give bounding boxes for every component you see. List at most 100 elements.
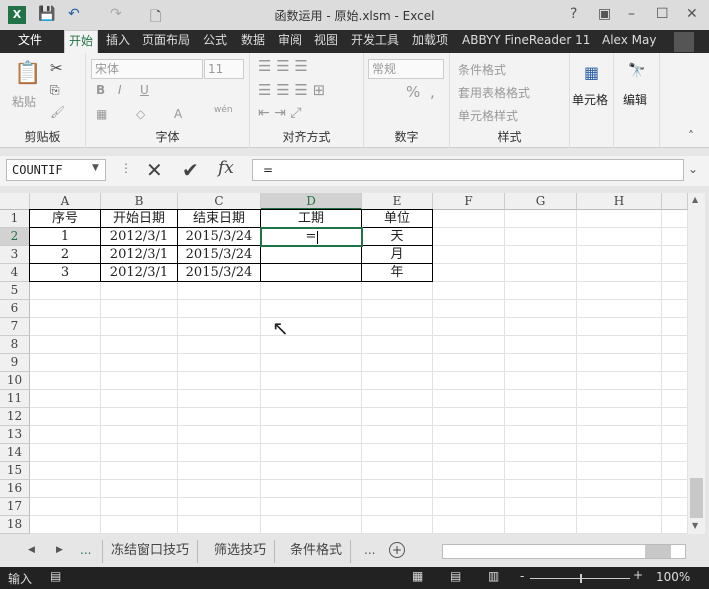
- scroll-thumb[interactable]: [690, 478, 703, 518]
- cell[interactable]: [101, 318, 178, 336]
- cell[interactable]: [577, 462, 662, 480]
- tab-file[interactable]: 文件: [0, 30, 60, 53]
- cell[interactable]: [433, 480, 505, 498]
- cell[interactable]: [577, 408, 662, 426]
- paste-icon[interactable]: 📋: [14, 61, 41, 86]
- table-header-cell[interactable]: 序号: [29, 209, 101, 228]
- row-header[interactable]: 4: [0, 264, 30, 282]
- column-header-d[interactable]: D: [261, 193, 362, 210]
- cancel-icon[interactable]: ✕: [146, 158, 163, 182]
- more-sheets-left[interactable]: ...: [80, 543, 91, 557]
- column-header-extra[interactable]: [662, 193, 688, 210]
- cell[interactable]: [362, 480, 433, 498]
- cell[interactable]: [433, 300, 505, 318]
- percent-button[interactable]: %: [406, 83, 420, 101]
- cell[interactable]: [505, 390, 577, 408]
- cell[interactable]: [30, 516, 101, 534]
- cell[interactable]: [505, 426, 577, 444]
- row-header[interactable]: 7: [0, 318, 30, 336]
- cell[interactable]: [577, 336, 662, 354]
- insert-function-button[interactable]: fx: [218, 158, 234, 178]
- avatar[interactable]: [674, 32, 694, 52]
- column-header-g[interactable]: G: [505, 193, 577, 210]
- cell[interactable]: [178, 408, 261, 426]
- cell[interactable]: [662, 246, 688, 264]
- tab-abbyy[interactable]: ABBYY FineReader 11: [458, 30, 594, 53]
- table-cell[interactable]: 2012/3/1: [100, 245, 178, 264]
- table-cell[interactable]: [260, 263, 362, 282]
- new-sheet-button[interactable]: +: [389, 542, 405, 558]
- cell[interactable]: [261, 390, 362, 408]
- cell[interactable]: [30, 282, 101, 300]
- table-cell[interactable]: 天: [361, 227, 433, 246]
- cell[interactable]: [433, 210, 505, 228]
- cell[interactable]: [261, 354, 362, 372]
- expand-formula-icon[interactable]: ⌄: [688, 162, 698, 176]
- cell[interactable]: [577, 444, 662, 462]
- row-header[interactable]: 3: [0, 246, 30, 264]
- cell[interactable]: [261, 516, 362, 534]
- table-cell[interactable]: [260, 245, 362, 264]
- cell[interactable]: [433, 498, 505, 516]
- cell[interactable]: [505, 462, 577, 480]
- cell[interactable]: [101, 336, 178, 354]
- cell[interactable]: [178, 354, 261, 372]
- tab-page-layout[interactable]: 页面布局: [138, 30, 194, 53]
- tab-insert[interactable]: 插入: [102, 30, 134, 53]
- cell[interactable]: [30, 408, 101, 426]
- close-button[interactable]: ✕: [686, 6, 698, 22]
- cell-styles-button[interactable]: 单元格样式: [458, 107, 518, 124]
- cell[interactable]: [362, 354, 433, 372]
- zoom-slider-thumb[interactable]: [580, 574, 582, 583]
- cell[interactable]: [505, 300, 577, 318]
- table-cell[interactable]: 2: [29, 245, 101, 264]
- cell[interactable]: [577, 516, 662, 534]
- cell[interactable]: [178, 300, 261, 318]
- cell[interactable]: [261, 444, 362, 462]
- cell[interactable]: [662, 228, 688, 246]
- column-header-h[interactable]: H: [577, 193, 662, 210]
- row-header[interactable]: 15: [0, 462, 30, 480]
- group-cells[interactable]: ▦ 单元格: [570, 53, 614, 148]
- table-cell[interactable]: 2012/3/1: [100, 227, 178, 246]
- paste-button[interactable]: 粘贴: [12, 93, 36, 110]
- cell[interactable]: [30, 390, 101, 408]
- cell[interactable]: [101, 426, 178, 444]
- table-cell[interactable]: 年: [361, 263, 433, 282]
- column-header-f[interactable]: F: [433, 193, 505, 210]
- row-header[interactable]: 16: [0, 480, 30, 498]
- cell[interactable]: [30, 336, 101, 354]
- cell[interactable]: [662, 498, 688, 516]
- cells-button[interactable]: 单元格: [572, 91, 608, 108]
- cell[interactable]: [577, 480, 662, 498]
- cell[interactable]: [101, 354, 178, 372]
- column-header-a[interactable]: A: [30, 193, 101, 210]
- cell[interactable]: [662, 462, 688, 480]
- cell[interactable]: [662, 210, 688, 228]
- cell[interactable]: [433, 246, 505, 264]
- cell[interactable]: [362, 318, 433, 336]
- zoom-slider[interactable]: [530, 574, 630, 583]
- cell[interactable]: [30, 462, 101, 480]
- cell[interactable]: [505, 264, 577, 282]
- align-horizontal-icons[interactable]: ☰ ☰ ☰ ⊞: [258, 81, 325, 99]
- zoom-in-button[interactable]: +: [633, 568, 643, 582]
- font-color-button[interactable]: A: [174, 107, 182, 121]
- cell[interactable]: [30, 480, 101, 498]
- cell[interactable]: [505, 336, 577, 354]
- cell[interactable]: [362, 516, 433, 534]
- cell[interactable]: [662, 390, 688, 408]
- cell[interactable]: [433, 354, 505, 372]
- column-header-c[interactable]: C: [178, 193, 261, 210]
- cell[interactable]: [178, 498, 261, 516]
- cell[interactable]: [505, 516, 577, 534]
- enter-check-icon[interactable]: ✔: [182, 158, 199, 182]
- cell[interactable]: [30, 444, 101, 462]
- column-header-e[interactable]: E: [362, 193, 433, 210]
- scroll-thumb[interactable]: [645, 545, 671, 558]
- border-icon[interactable]: ▦: [96, 107, 107, 121]
- cell[interactable]: [362, 300, 433, 318]
- name-box-dropdown-icon[interactable]: ▼: [92, 163, 99, 173]
- tab-developer[interactable]: 开发工具: [347, 30, 403, 53]
- table-cell[interactable]: 月: [361, 245, 433, 264]
